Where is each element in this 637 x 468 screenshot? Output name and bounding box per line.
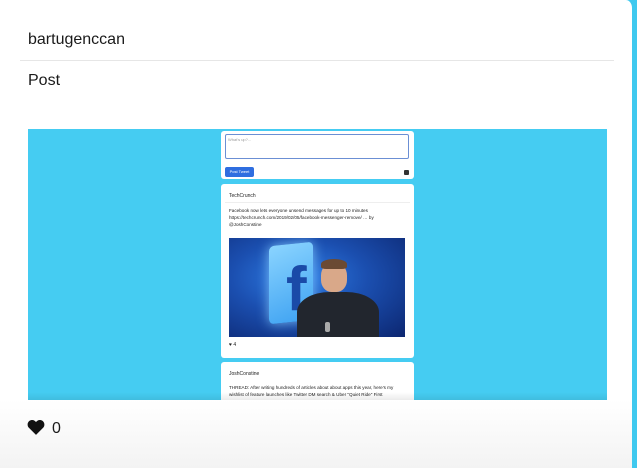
tweet-user: JoshConstine bbox=[229, 371, 260, 377]
tweet-photo: f bbox=[229, 238, 405, 337]
person-hair bbox=[321, 259, 347, 269]
divider bbox=[225, 202, 410, 203]
divider bbox=[20, 60, 614, 61]
image-fade bbox=[28, 392, 607, 400]
tweet-text: Facebook now lets everyone unsend messag… bbox=[229, 208, 374, 227]
post-footer bbox=[0, 400, 632, 468]
compose-input: What's up?... bbox=[225, 134, 409, 159]
tweet-card: TechCrunch Facebook now lets everyone un… bbox=[221, 184, 414, 358]
compose-box: What's up?... Post Tweet bbox=[221, 131, 414, 179]
tweet-like-count: 4 bbox=[233, 342, 237, 348]
person-figure bbox=[297, 292, 379, 337]
like-count: 0 bbox=[52, 420, 61, 437]
post-author[interactable]: bartugenccan bbox=[28, 31, 125, 49]
tweet-user: TechCrunch bbox=[229, 193, 256, 199]
calendar-icon bbox=[404, 170, 409, 175]
post-tweet-button: Post Tweet bbox=[225, 167, 254, 177]
heart-icon[interactable] bbox=[27, 419, 45, 435]
post-card: bartugenccan Post What's up?... Post Twe… bbox=[0, 0, 634, 468]
microphone-icon bbox=[325, 322, 330, 332]
post-title: Post bbox=[28, 72, 61, 89]
tweet-likes: ♥ 4 bbox=[229, 342, 237, 348]
post-image[interactable]: What's up?... Post Tweet TechCrunch Face… bbox=[28, 129, 607, 400]
